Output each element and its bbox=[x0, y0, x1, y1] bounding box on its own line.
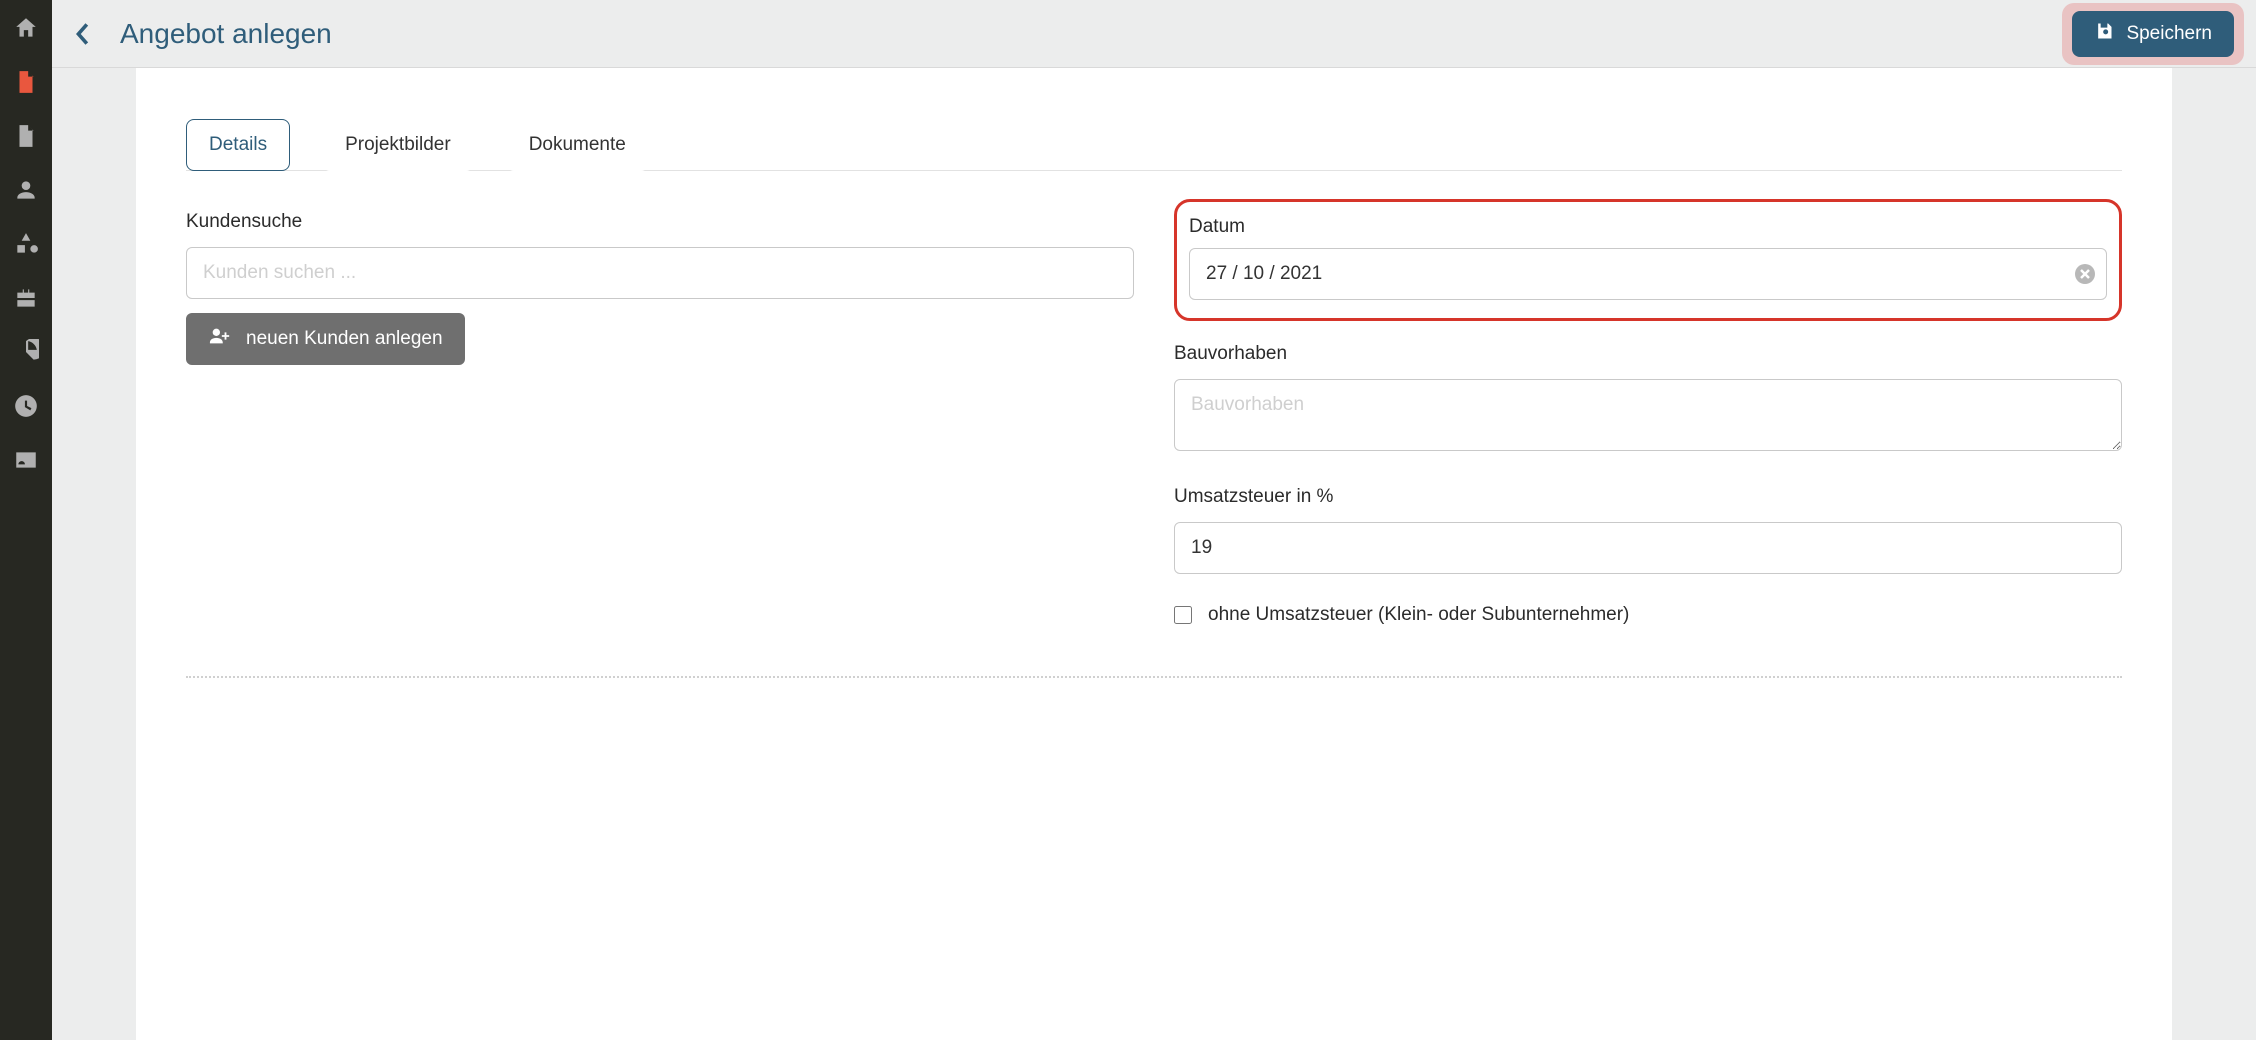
bauvorhaben-input[interactable] bbox=[1174, 379, 2122, 451]
nav-user-icon[interactable] bbox=[12, 176, 40, 204]
ohne-umsatzsteuer-row: ohne Umsatzsteuer (Klein- oder Subuntern… bbox=[1174, 604, 2122, 626]
user-plus-icon bbox=[208, 325, 232, 353]
tab-dokumente[interactable]: Dokumente bbox=[506, 119, 649, 171]
nav-home-icon[interactable] bbox=[12, 14, 40, 42]
umsatzsteuer-label: Umsatzsteuer in % bbox=[1174, 486, 2122, 508]
field-bauvorhaben: Bauvorhaben bbox=[1174, 343, 2122, 456]
save-button-highlight: Speichern bbox=[2062, 3, 2244, 65]
tab-details[interactable]: Details bbox=[186, 119, 290, 171]
tabs: Details Projektbilder Dokumente bbox=[186, 118, 2122, 171]
topbar: Angebot anlegen Speichern bbox=[52, 0, 2256, 68]
save-button-label: Speichern bbox=[2126, 23, 2212, 45]
new-customer-button-label: neuen Kunden anlegen bbox=[246, 328, 443, 350]
nav-contact-card-icon[interactable] bbox=[12, 446, 40, 474]
ohne-umsatzsteuer-label[interactable]: ohne Umsatzsteuer (Klein- oder Subuntern… bbox=[1208, 604, 1629, 626]
datum-label: Datum bbox=[1189, 216, 2107, 238]
field-kundensuche: Kundensuche neuen Kunden anlegen bbox=[186, 211, 1134, 365]
nav-document-icon[interactable] bbox=[12, 68, 40, 96]
back-button[interactable] bbox=[70, 22, 94, 46]
form-right-column: Datum Bauvorhaben Umsatzsteuer in % bbox=[1174, 211, 2122, 626]
sidebar-nav bbox=[0, 0, 52, 1040]
form-grid: Kundensuche neuen Kunden anlegen Datum bbox=[186, 211, 2122, 626]
nav-shapes-icon[interactable] bbox=[12, 230, 40, 258]
kundensuche-input[interactable] bbox=[186, 247, 1134, 299]
save-icon bbox=[2094, 21, 2114, 47]
nav-clock-icon[interactable] bbox=[12, 392, 40, 420]
clear-date-icon[interactable] bbox=[2075, 264, 2095, 284]
save-button[interactable]: Speichern bbox=[2072, 11, 2234, 57]
kundensuche-label: Kundensuche bbox=[186, 211, 1134, 233]
bauvorhaben-label: Bauvorhaben bbox=[1174, 343, 2122, 365]
section-divider bbox=[186, 676, 2122, 678]
nav-invoice-icon[interactable] bbox=[12, 122, 40, 150]
page-title: Angebot anlegen bbox=[120, 18, 332, 50]
field-umsatzsteuer: Umsatzsteuer in % bbox=[1174, 486, 2122, 574]
new-customer-button[interactable]: neuen Kunden anlegen bbox=[186, 313, 465, 365]
content-card: Details Projektbilder Dokumente Kundensu… bbox=[136, 68, 2172, 1040]
form-left-column: Kundensuche neuen Kunden anlegen bbox=[186, 211, 1134, 626]
ohne-umsatzsteuer-checkbox[interactable] bbox=[1174, 606, 1192, 624]
nav-chart-pie-icon[interactable] bbox=[12, 338, 40, 366]
nav-toolbox-icon[interactable] bbox=[12, 284, 40, 312]
datum-input[interactable] bbox=[1189, 248, 2107, 300]
umsatzsteuer-input[interactable] bbox=[1174, 522, 2122, 574]
datum-field-highlight: Datum bbox=[1174, 199, 2122, 321]
tab-projektbilder[interactable]: Projektbilder bbox=[322, 119, 474, 171]
main-area: Details Projektbilder Dokumente Kundensu… bbox=[52, 68, 2256, 1040]
